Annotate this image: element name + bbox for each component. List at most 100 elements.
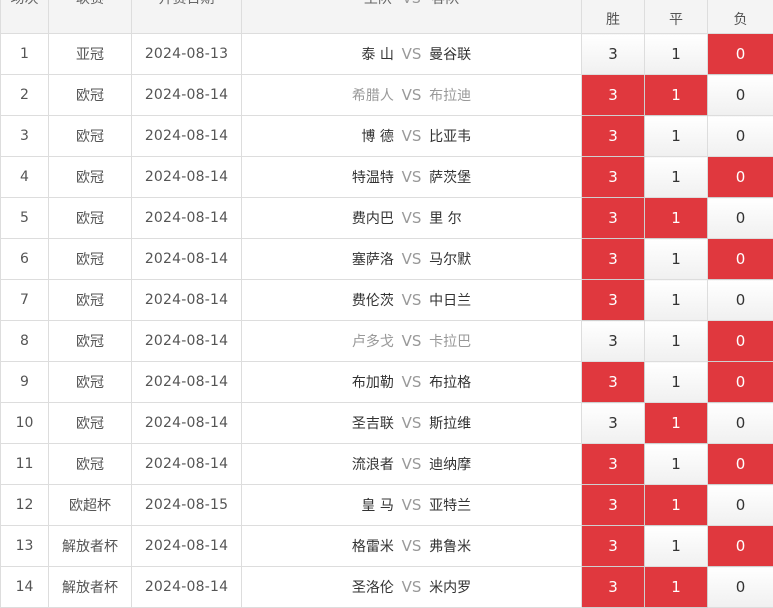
- win-option[interactable]: 3: [581, 156, 645, 198]
- draw-option[interactable]: 1: [644, 156, 708, 198]
- home-team: 博 德: [361, 129, 394, 145]
- win-option[interactable]: 3: [581, 74, 645, 116]
- draw-option[interactable]: 1: [644, 525, 708, 567]
- table-row: 9 欧冠 2024-08-14 布加勒 VS 布拉格 3 1 0: [0, 361, 773, 403]
- home-team: 流浪者: [351, 457, 394, 473]
- match-teams: 费伦茨 VS 中日兰: [241, 279, 582, 321]
- league-name: 亚冠: [48, 33, 132, 75]
- match-date: 2024-08-14: [131, 156, 242, 198]
- draw-option[interactable]: 1: [644, 484, 708, 526]
- win-option[interactable]: 3: [581, 320, 645, 362]
- match-teams: 泰 山 VS 曼谷联: [241, 33, 582, 75]
- win-option[interactable]: 3: [581, 238, 645, 280]
- league-name: 解放者杯: [48, 525, 132, 567]
- draw-option[interactable]: 1: [644, 320, 708, 362]
- lose-option[interactable]: 0: [707, 156, 773, 198]
- win-option[interactable]: 3: [581, 525, 645, 567]
- lose-option[interactable]: 0: [707, 443, 773, 485]
- match-number: 11: [0, 443, 49, 485]
- vs-label: VS: [401, 209, 422, 227]
- vs-label: VS: [401, 496, 422, 514]
- match-number: 6: [0, 238, 49, 280]
- draw-option[interactable]: 1: [644, 361, 708, 403]
- league-name: 欧冠: [48, 279, 132, 321]
- draw-option[interactable]: 1: [644, 74, 708, 116]
- match-teams: 卢多戈 VS 卡拉巴: [241, 320, 582, 362]
- win-option[interactable]: 3: [581, 484, 645, 526]
- league-name: 欧冠: [48, 156, 132, 198]
- vs-label: VS: [401, 168, 422, 186]
- draw-option[interactable]: 1: [644, 443, 708, 485]
- lose-option[interactable]: 0: [707, 279, 773, 321]
- vs-label: VS: [401, 537, 422, 555]
- match-teams: 流浪者 VS 迪纳摩: [241, 443, 582, 485]
- vs-label: VS: [401, 250, 422, 268]
- lose-option[interactable]: 0: [707, 115, 773, 157]
- win-option[interactable]: 3: [581, 402, 645, 444]
- draw-option[interactable]: 1: [644, 566, 708, 608]
- win-option[interactable]: 3: [581, 115, 645, 157]
- match-table: 场次 联赛 开赛日期 主队 VS 客队 胜 平 负 1亚冠2024-08-13泰…: [0, 0, 773, 608]
- vs-label: VS: [401, 578, 422, 596]
- match-date: 2024-08-14: [131, 238, 242, 280]
- match-number: 14: [0, 566, 49, 608]
- home-team: 塞萨洛: [351, 252, 394, 268]
- match-number: 2: [0, 74, 49, 116]
- league-name: 欧冠: [48, 320, 132, 362]
- header-away: 客队: [431, 0, 459, 7]
- draw-option[interactable]: 1: [644, 402, 708, 444]
- lose-option[interactable]: 0: [707, 74, 773, 116]
- match-teams: 费内巴 VS 里 尔: [241, 197, 582, 239]
- away-team: 迪纳摩: [429, 457, 472, 473]
- lose-option[interactable]: 0: [707, 484, 773, 526]
- win-option[interactable]: 3: [581, 279, 645, 321]
- lose-option[interactable]: 0: [707, 238, 773, 280]
- match-date: 2024-08-15: [131, 484, 242, 526]
- draw-option[interactable]: 1: [644, 238, 708, 280]
- vs-label: VS: [401, 45, 422, 63]
- away-team: 马尔默: [429, 252, 472, 268]
- lose-option[interactable]: 0: [707, 320, 773, 362]
- draw-option[interactable]: 1: [644, 33, 708, 75]
- win-option[interactable]: 3: [581, 443, 645, 485]
- win-option[interactable]: 3: [581, 566, 645, 608]
- vs-label: VS: [401, 86, 422, 104]
- home-team: 希腊人: [351, 88, 394, 104]
- table-row: 2 欧冠 2024-08-14 希腊人 VS 布拉迪 3 1 0: [0, 74, 773, 116]
- lose-option[interactable]: 0: [707, 566, 773, 608]
- table-row: 11 欧冠 2024-08-14 流浪者 VS 迪纳摩 3 1 0: [0, 443, 773, 485]
- table-row: 6 欧冠 2024-08-14 塞萨洛 VS 马尔默 3 1 0: [0, 238, 773, 280]
- table-header-row: 场次 联赛 开赛日期 主队 VS 客队 胜 平 负: [0, 0, 773, 34]
- match-teams: 皇 马 VS 亚特兰: [241, 484, 582, 526]
- match-teams: 博 德 VS 比亚韦: [241, 115, 582, 157]
- draw-option[interactable]: 1: [644, 197, 708, 239]
- vs-label: VS: [401, 414, 422, 432]
- match-number: 8: [0, 320, 49, 362]
- header-league: 联赛: [48, 0, 132, 34]
- away-team: 里 尔: [429, 211, 462, 227]
- away-team: 布拉格: [429, 375, 472, 391]
- win-option[interactable]: 3: [581, 33, 645, 75]
- draw-option[interactable]: 1: [644, 115, 708, 157]
- lose-option[interactable]: 0: [707, 33, 773, 75]
- lose-option[interactable]: 0: [707, 525, 773, 567]
- away-team: 亚特兰: [429, 498, 472, 514]
- table-row: 8 欧冠 2024-08-14 卢多戈 VS 卡拉巴 3 1 0: [0, 320, 773, 362]
- win-option[interactable]: 3: [581, 361, 645, 403]
- vs-label: VS: [401, 373, 422, 391]
- match-date: 2024-08-14: [131, 525, 242, 567]
- match-teams: 塞萨洛 VS 马尔默: [241, 238, 582, 280]
- header-no: 场次: [0, 0, 49, 34]
- away-team: 布拉迪: [429, 88, 472, 104]
- header-lose: 负: [707, 0, 773, 34]
- win-option[interactable]: 3: [581, 197, 645, 239]
- lose-option[interactable]: 0: [707, 402, 773, 444]
- lottery-panel: 场次 联赛 开赛日期 主队 VS 客队 胜 平 负 1亚冠2024-08-13泰…: [0, 0, 773, 608]
- league-name: 欧冠: [48, 402, 132, 444]
- home-team: 费内巴: [351, 211, 394, 227]
- league-name: 欧超杯: [48, 484, 132, 526]
- lose-option[interactable]: 0: [707, 361, 773, 403]
- draw-option[interactable]: 1: [644, 279, 708, 321]
- league-name: 欧冠: [48, 115, 132, 157]
- lose-option[interactable]: 0: [707, 197, 773, 239]
